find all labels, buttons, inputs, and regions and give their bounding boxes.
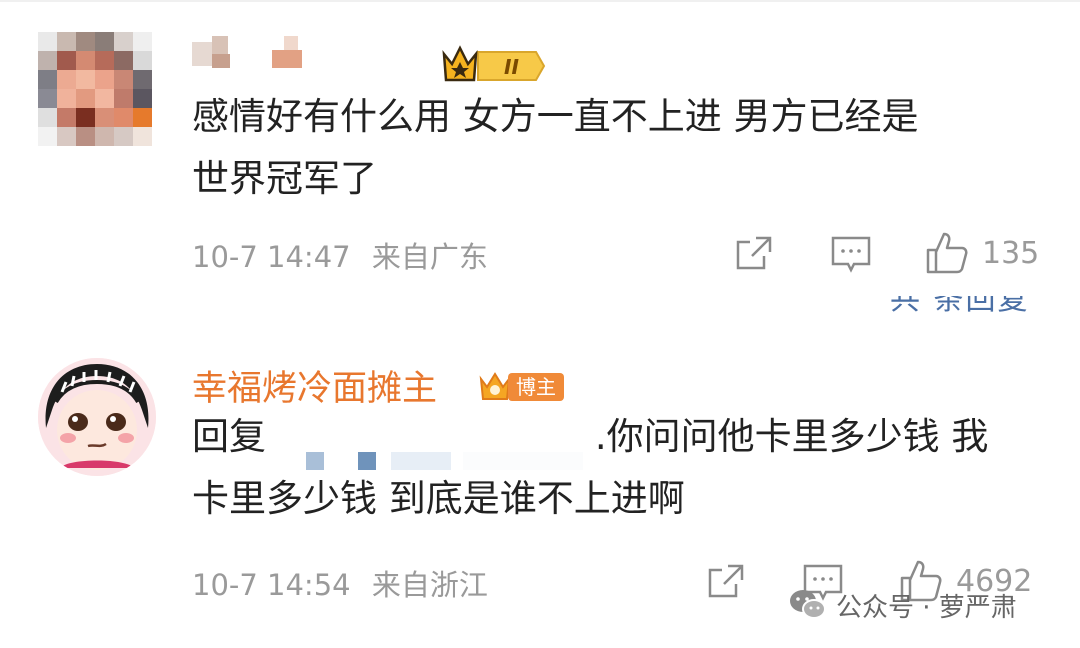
like-count: 135 [982,235,1040,271]
comment-time: 10-7 14:54 [192,568,351,602]
comment-text-line: 卡里多少钱 到底是谁不上进啊 [192,477,685,520]
comment-text: 感情好有什么用 女方一直不上进 男方已经是 世界冠军了 [192,86,1032,210]
top-divider [0,0,1080,2]
crown-icon [479,372,511,400]
like-icon [926,232,968,274]
comment-item: II 感情好有什么用 女方一直不上进 男方已经是 世界冠军了 10-7 14:4… [0,20,1080,320]
view-replies-text[interactable]: 共 条回复 [890,296,1030,314]
badge-level-text: II [504,55,519,79]
comment-button[interactable] [830,234,872,276]
vip-level-badge: II [440,42,546,88]
comment-location: 来自浙江 [371,568,488,602]
comment-text-line: 世界冠军了 [192,157,377,200]
username-redacted[interactable] [192,32,312,70]
watermark: 公众号 · 萝严肃 [788,585,1017,625]
share-icon [708,564,744,598]
comment-text: 回复 .你问问他卡里多少钱 我 卡里多少钱 到底是谁不上进啊 [192,406,1032,530]
share-button[interactable] [734,234,774,274]
reply-prefix: 回复 [192,415,266,458]
view-replies-link[interactable]: 共 条回复 [890,296,1040,314]
reply-text: .你问问他卡里多少钱 我 [594,415,989,458]
avatar[interactable] [38,358,156,476]
blogger-badge-label: 博主 [508,373,564,401]
wechat-icon [790,590,826,619]
watermark-text: 公众号 · 萝严肃 [836,592,1017,623]
avatar[interactable] [38,32,152,146]
username[interactable]: 幸福烤冷面摊主 [192,360,437,411]
redacted-mention [305,427,584,470]
like-button[interactable]: 135 [924,230,1039,276]
comment-location: 来自广东 [371,240,488,274]
comment-text-line: 感情好有什么用 女方一直不上进 男方已经是 [192,95,919,138]
comment-meta: 10-7 14:54 来自浙江 [192,562,488,604]
share-icon [736,236,772,270]
comment-text-line: 回复 .你问问他卡里多少钱 我 [192,406,1032,470]
comment-icon [831,236,871,273]
blogger-badge: 博主 [478,370,564,404]
share-button[interactable] [706,562,746,602]
comment-meta: 10-7 14:47 来自广东 [192,234,488,276]
comment-time: 10-7 14:47 [192,240,351,274]
